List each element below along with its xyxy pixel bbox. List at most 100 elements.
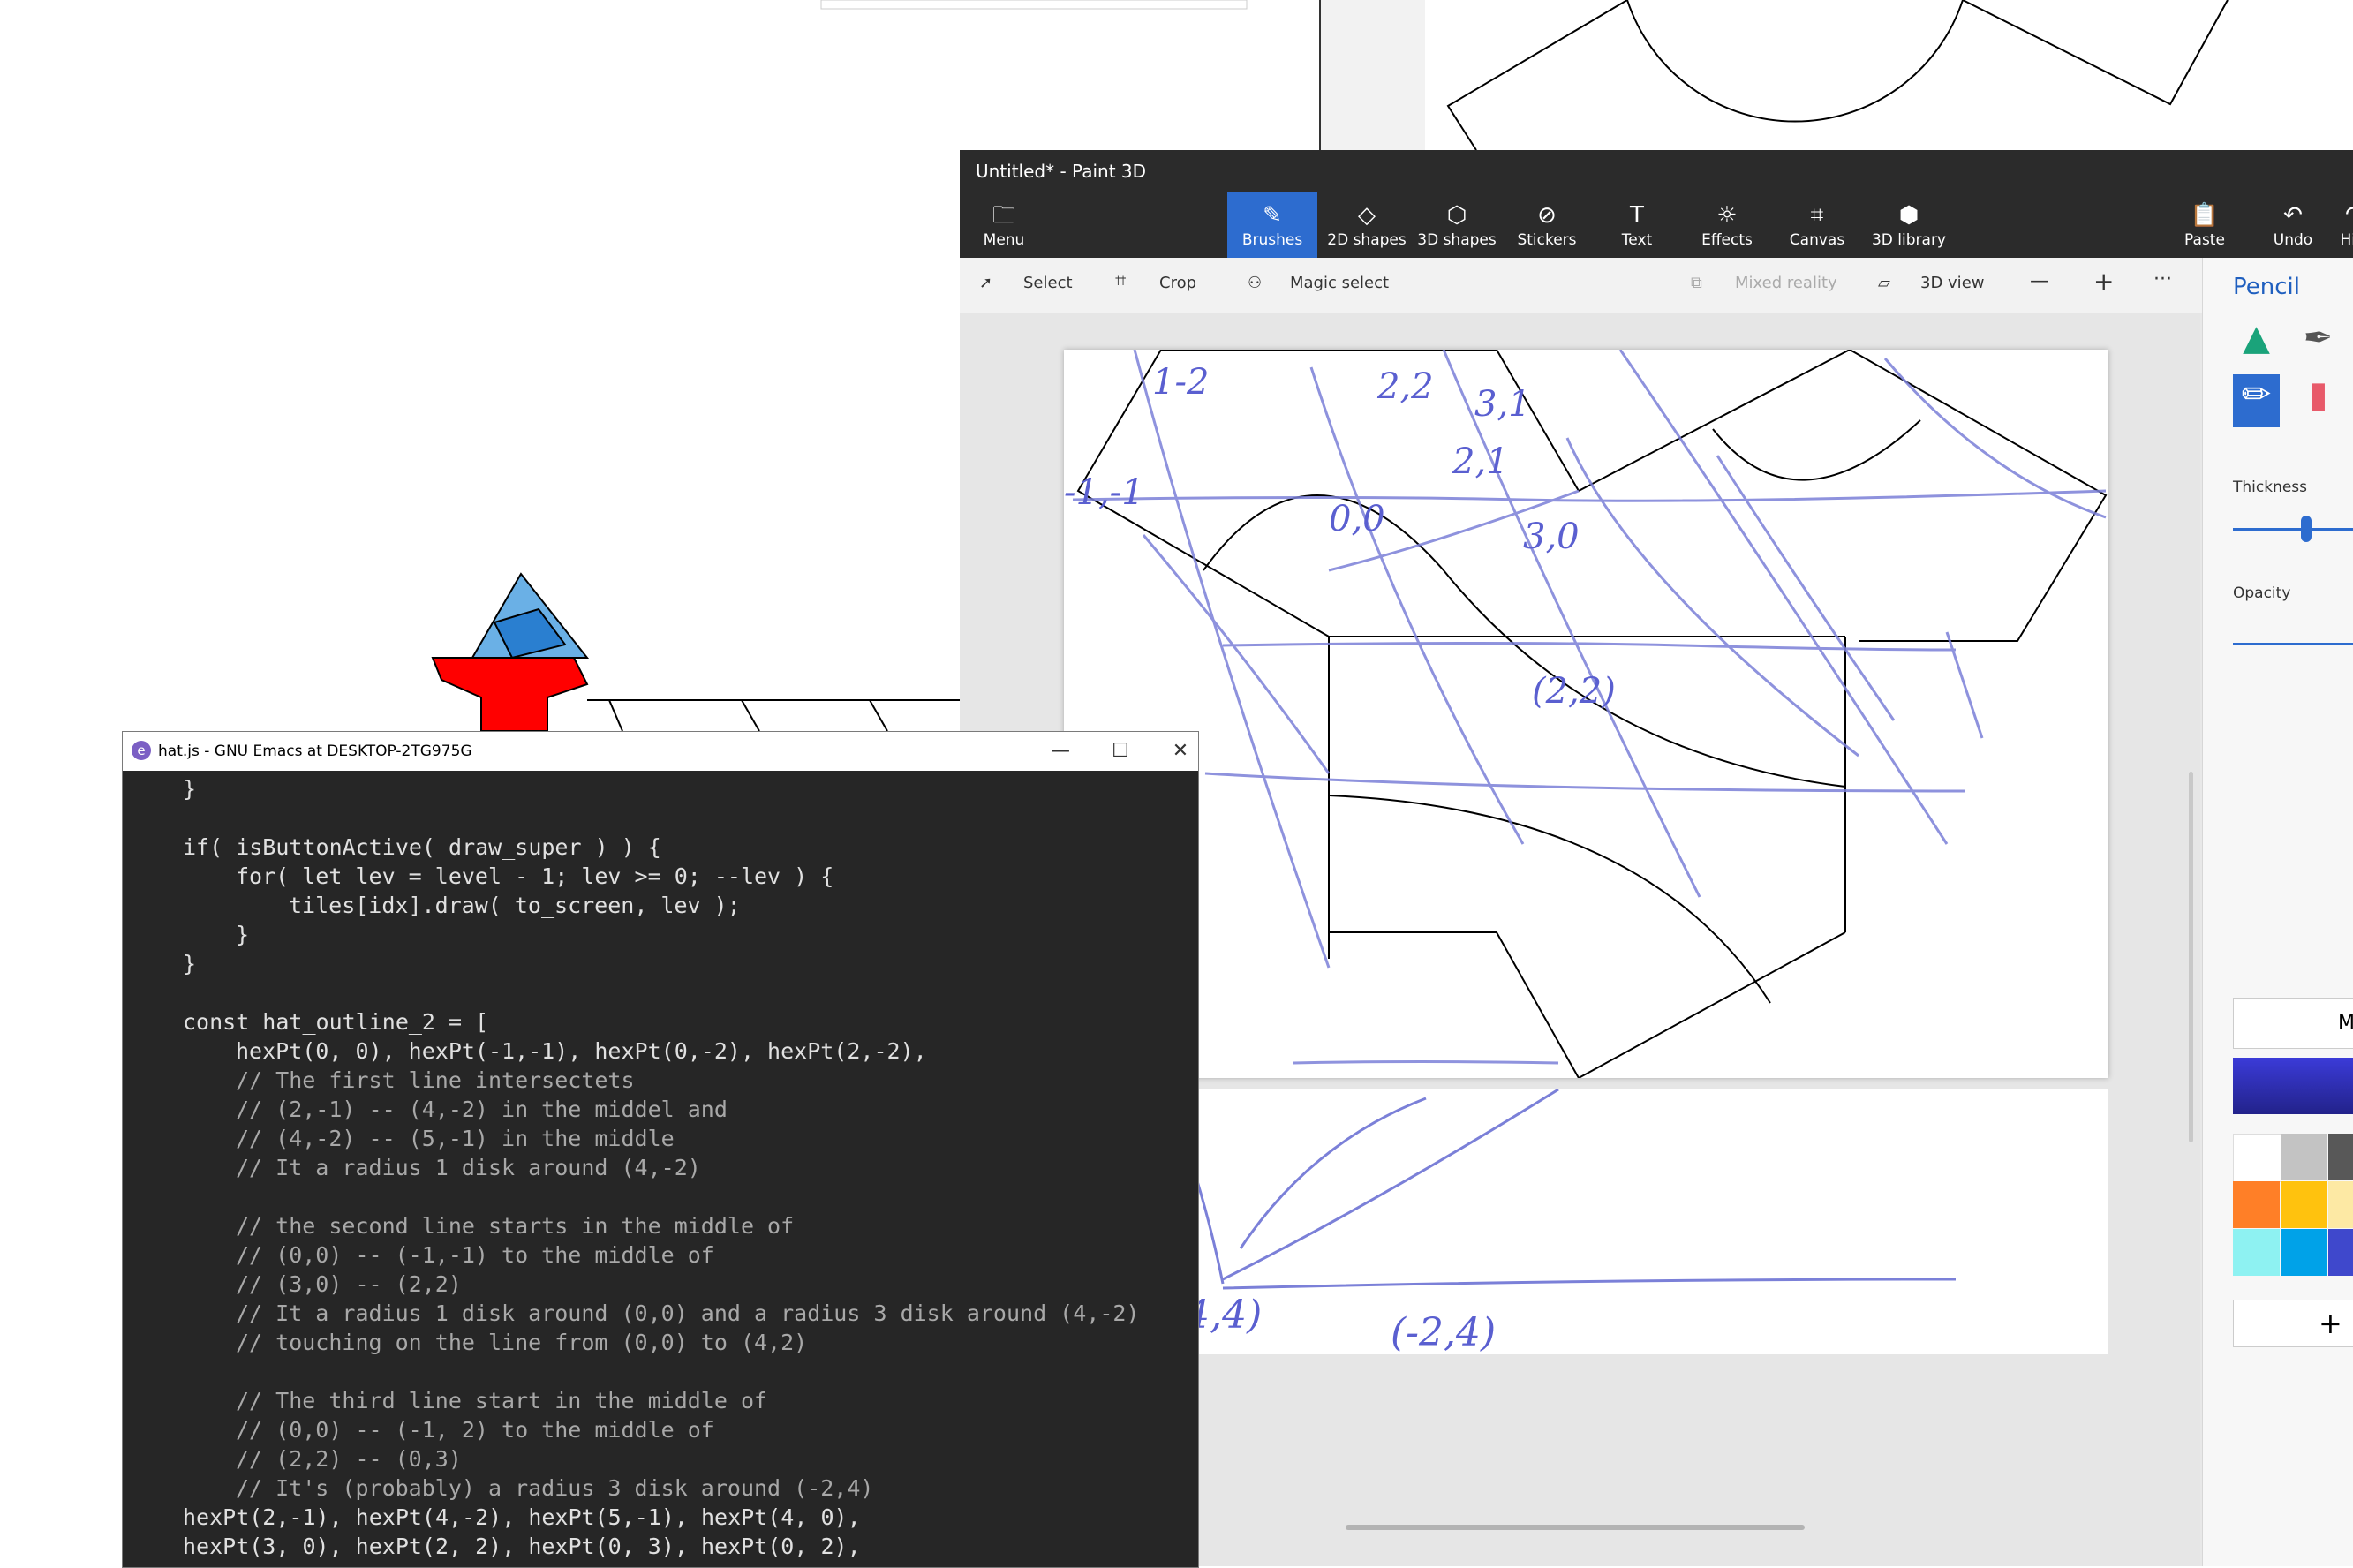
ribbon-3d-shapes-button[interactable]: ⬡ 3D shapes	[1412, 192, 1502, 258]
code-line: }	[183, 776, 197, 802]
annotation-3-1: 3,1	[1474, 384, 1531, 425]
palette-light-cyan[interactable]	[2233, 1229, 2280, 1276]
emacs-title-bar: e hat.js - GNU Emacs at DESKTOP-2TG975G …	[123, 732, 1198, 771]
marker-tool-icon[interactable]: ▲	[2233, 318, 2280, 365]
paste-icon: 📋	[2190, 202, 2220, 229]
vertical-scrollbar[interactable]	[2189, 772, 2193, 1142]
3d-view-icon: ▱	[1878, 274, 1890, 292]
canvas-drawing: 1-2 2,2 3,1 -1,-1 2,1 0,0 3,0 (2,2)	[1064, 348, 2108, 1080]
palette-dark-gray[interactable]	[2328, 1134, 2353, 1180]
2d-shapes-icon: ◇	[1358, 202, 1376, 229]
canvas-icon: ⌗	[1810, 202, 1824, 229]
annotation-2-2: 2,2	[1376, 366, 1434, 407]
more-button[interactable]: ···	[2153, 268, 2172, 290]
ribbon-2d-shapes-button[interactable]: ◇ 2D shapes	[1322, 192, 1412, 258]
code-editor[interactable]: } if( isButtonActive( draw_super ) ) {for…	[123, 771, 1198, 1567]
background-arc	[1626, 0, 1964, 123]
stickers-icon: ⊘	[1537, 202, 1557, 229]
ribbon-menu-button[interactable]: 🗀 Menu	[960, 192, 1048, 258]
history-icon: ↷	[2319, 200, 2353, 231]
palette-light-yellow[interactable]	[2328, 1181, 2353, 1228]
code-comment-line: // touching on the line from (0,0) to (4…	[236, 1330, 808, 1355]
minimize-button[interactable]: —	[1043, 737, 1078, 765]
thickness-slider[interactable]	[2233, 528, 2353, 531]
code-comment-line: // The first line intersectets	[236, 1067, 635, 1093]
ribbon-effects-button[interactable]: ☼ Effects	[1682, 192, 1772, 258]
mixed-reality-button[interactable]: Mixed reality	[1735, 274, 1837, 292]
opacity-slider[interactable]	[2233, 643, 2353, 645]
ribbon-text-button[interactable]: T Text	[1592, 192, 1682, 258]
annotation-3-0: 3,0	[1523, 516, 1580, 557]
background-popup-edge	[820, 0, 1248, 10]
text-icon: T	[1630, 202, 1644, 229]
panel-action-button[interactable]: M	[2233, 998, 2353, 1049]
code-comment-line: // It a radius 1 disk around (0,0) and a…	[236, 1300, 1140, 1326]
magic-select-icon: ⚇	[1248, 274, 1263, 292]
pencil-tool-icon[interactable]: ✏	[2233, 374, 2280, 427]
ribbon-paste-button[interactable]: 📋 Paste	[2161, 192, 2249, 258]
close-button[interactable]: ✕	[1163, 737, 1198, 765]
pencil-side-panel: Pencil ▲ ✒ ✏ ▮ Thickness Opacity M +	[2202, 258, 2353, 1566]
ribbon-brushes-button[interactable]: ✎ Brushes	[1227, 192, 1317, 258]
palette-yellow[interactable]	[2281, 1181, 2327, 1228]
palette-light-gray[interactable]	[2281, 1134, 2327, 1180]
code-line: }	[183, 951, 197, 976]
select-arrow-icon: ➚	[979, 274, 993, 292]
crop-button[interactable]: Crop	[1159, 274, 1196, 292]
annotation-2-2-lower: (2,2)	[1532, 671, 1616, 712]
thickness-label: Thickness	[2233, 479, 2308, 496]
lower-sketch: (4,4) (-2,4)	[1168, 1089, 1957, 1354]
3d-shapes-icon: ⬡	[1446, 202, 1467, 229]
brush-icon: ✎	[1263, 202, 1282, 229]
code-line: hexPt(2,-1), hexPt(4,-2), hexPt(5,-1), h…	[183, 1504, 861, 1530]
annotation-neg2-4: (-2,4)	[1391, 1310, 1496, 1354]
code-comment-line: // (2,-1) -- (4,-2) in the middel and	[236, 1097, 728, 1122]
crop-icon: ⌗	[1115, 270, 1127, 292]
panel-title: Pencil	[2233, 274, 2300, 300]
emacs-window-title: hat.js - GNU Emacs at DESKTOP-2TG975G	[158, 743, 472, 760]
magic-select-button[interactable]: Magic select	[1290, 274, 1389, 292]
current-color-swatch[interactable]	[2233, 1058, 2353, 1114]
calligraphy-pen-icon[interactable]: ✒	[2295, 318, 2342, 365]
effects-icon: ☼	[1716, 202, 1738, 229]
horizontal-scrollbar[interactable]	[1346, 1525, 1805, 1530]
zoom-out-button[interactable]: —	[2030, 270, 2049, 292]
code-comment-line: // (0,0) -- (-1,-1) to the middle of	[236, 1242, 714, 1268]
code-comment-line: // the second line starts in the middle …	[236, 1213, 795, 1239]
add-color-button[interactable]: +	[2233, 1300, 2353, 1347]
ribbon-canvas-button[interactable]: ⌗ Canvas	[1772, 192, 1862, 258]
annotation-1-2: 1-2	[1152, 362, 1209, 403]
paint-title-bar: Untitled* - Paint 3D	[960, 150, 2353, 192]
palette-indigo[interactable]	[2328, 1229, 2353, 1276]
code-comment-line: // It's (probably) a radius 3 disk aroun…	[236, 1475, 874, 1501]
palette-blue[interactable]	[2281, 1229, 2327, 1276]
palette-white[interactable]	[2233, 1134, 2281, 1182]
folder-icon: 🗀	[992, 202, 1015, 229]
paint-toolbar: ➚ Select ⌗ Crop ⚇ Magic select ⧉ Mixed r…	[960, 258, 2353, 313]
annotation-0-0: 0,0	[1329, 499, 1385, 539]
code-comment-line: // (3,0) -- (2,2)	[236, 1271, 462, 1297]
paint-window-title: Untitled* - Paint 3D	[976, 161, 1147, 182]
3d-view-button[interactable]: 3D view	[1920, 274, 1984, 292]
hat-figure	[431, 572, 590, 732]
drawing-canvas[interactable]: 1-2 2,2 3,1 -1,-1 2,1 0,0 3,0 (2,2)	[1064, 348, 2108, 1080]
zoom-in-button[interactable]: +	[2093, 267, 2114, 296]
annotation-neg1-neg1: -1,-1	[1064, 472, 1144, 513]
eraser-tool-icon[interactable]: ▮	[2295, 374, 2342, 427]
background-line-right	[1962, 0, 2229, 106]
code-line: if( isButtonActive( draw_super ) ) {	[183, 834, 661, 860]
background-line-left	[1446, 0, 1628, 151]
code-comment-line: // (4,-2) -- (5,-1) in the middle	[236, 1126, 675, 1151]
palette-orange[interactable]	[2233, 1181, 2280, 1228]
maximize-button[interactable]: ☐	[1103, 737, 1138, 765]
code-line: tiles[idx].draw( to_screen, lev );	[289, 893, 741, 918]
opacity-label: Opacity	[2233, 584, 2291, 602]
thickness-slider-thumb[interactable]	[2301, 516, 2312, 542]
ribbon-history-button[interactable]: ↷ Hist	[2319, 192, 2353, 258]
emacs-window: e hat.js - GNU Emacs at DESKTOP-2TG975G …	[122, 731, 1199, 1568]
3d-library-icon: ⬢	[1898, 202, 1919, 229]
ribbon-3d-library-button[interactable]: ⬢ 3D library	[1862, 192, 1956, 258]
hat-outline-black	[1076, 348, 2108, 1080]
select-button[interactable]: Select	[1023, 274, 1073, 292]
ribbon-stickers-button[interactable]: ⊘ Stickers	[1502, 192, 1592, 258]
